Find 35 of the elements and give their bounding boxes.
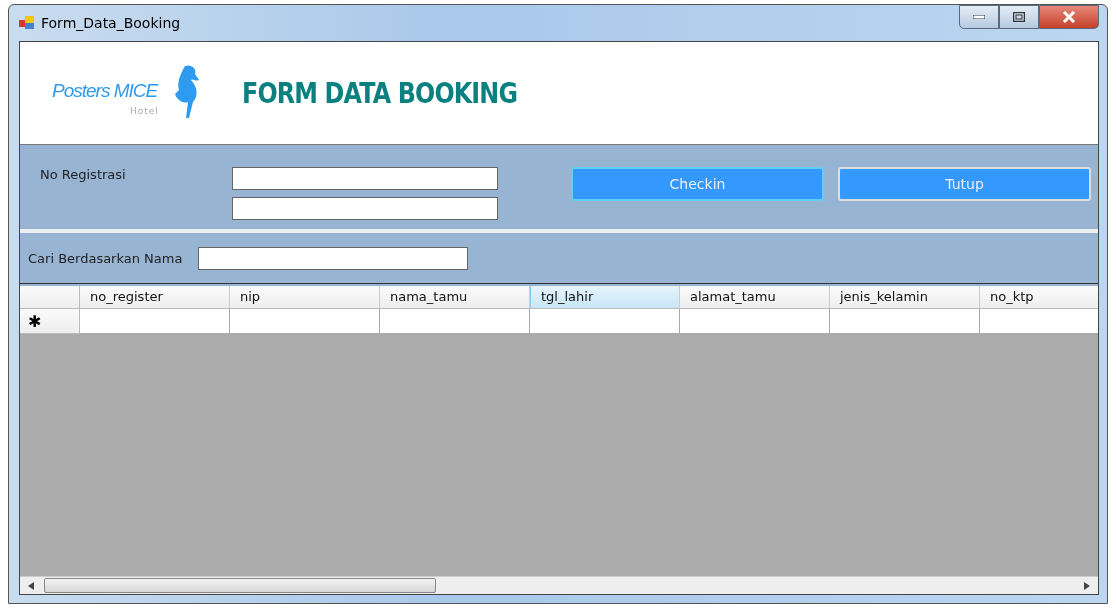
table-cell[interactable] [530, 309, 680, 334]
logo-text: Posters MICE [52, 80, 158, 102]
close-icon [1062, 11, 1076, 23]
maximize-button[interactable] [999, 5, 1039, 29]
maximize-icon [1013, 12, 1025, 22]
table-cell[interactable] [680, 309, 830, 334]
input-field[interactable] [232, 197, 498, 220]
logo-subtitle: Hotel [130, 106, 159, 116]
column-header[interactable]: nip [230, 286, 380, 309]
table-cell[interactable] [830, 309, 980, 334]
corner-cell [20, 286, 80, 309]
column-header[interactable]: no_ktp [980, 286, 1098, 309]
minimize-icon [973, 15, 985, 19]
field-label: No Registrasi [40, 167, 127, 182]
search-label: Cari Berdasarkan Nama [28, 250, 183, 266]
scroll-left-icon [28, 581, 34, 590]
close-button[interactable] [1039, 5, 1099, 29]
column-header[interactable]: alamat_tamu [680, 286, 830, 309]
app-icon [19, 16, 35, 30]
row-header[interactable]: ✱ [20, 309, 80, 334]
table-cell[interactable] [80, 309, 230, 334]
table-cell[interactable] [380, 309, 530, 334]
table-cell[interactable] [230, 309, 380, 334]
column-header[interactable]: jenis_kelamin [830, 286, 980, 309]
horizontal-scrollbar[interactable] [20, 576, 1098, 594]
scroll-right-icon [1084, 581, 1090, 590]
minimize-button[interactable] [959, 5, 999, 29]
form-heading: FORM DATA BOOKING [242, 76, 518, 110]
column-header[interactable]: no_register [80, 286, 230, 309]
column-header[interactable]: tgl_lahir [530, 286, 680, 309]
window-title: Form_Data_Booking [41, 15, 181, 31]
scrollbar-thumb[interactable] [44, 578, 436, 593]
search-field[interactable] [198, 246, 469, 270]
column-header[interactable]: nama_tamu [380, 286, 530, 309]
input-field[interactable] [232, 167, 498, 190]
